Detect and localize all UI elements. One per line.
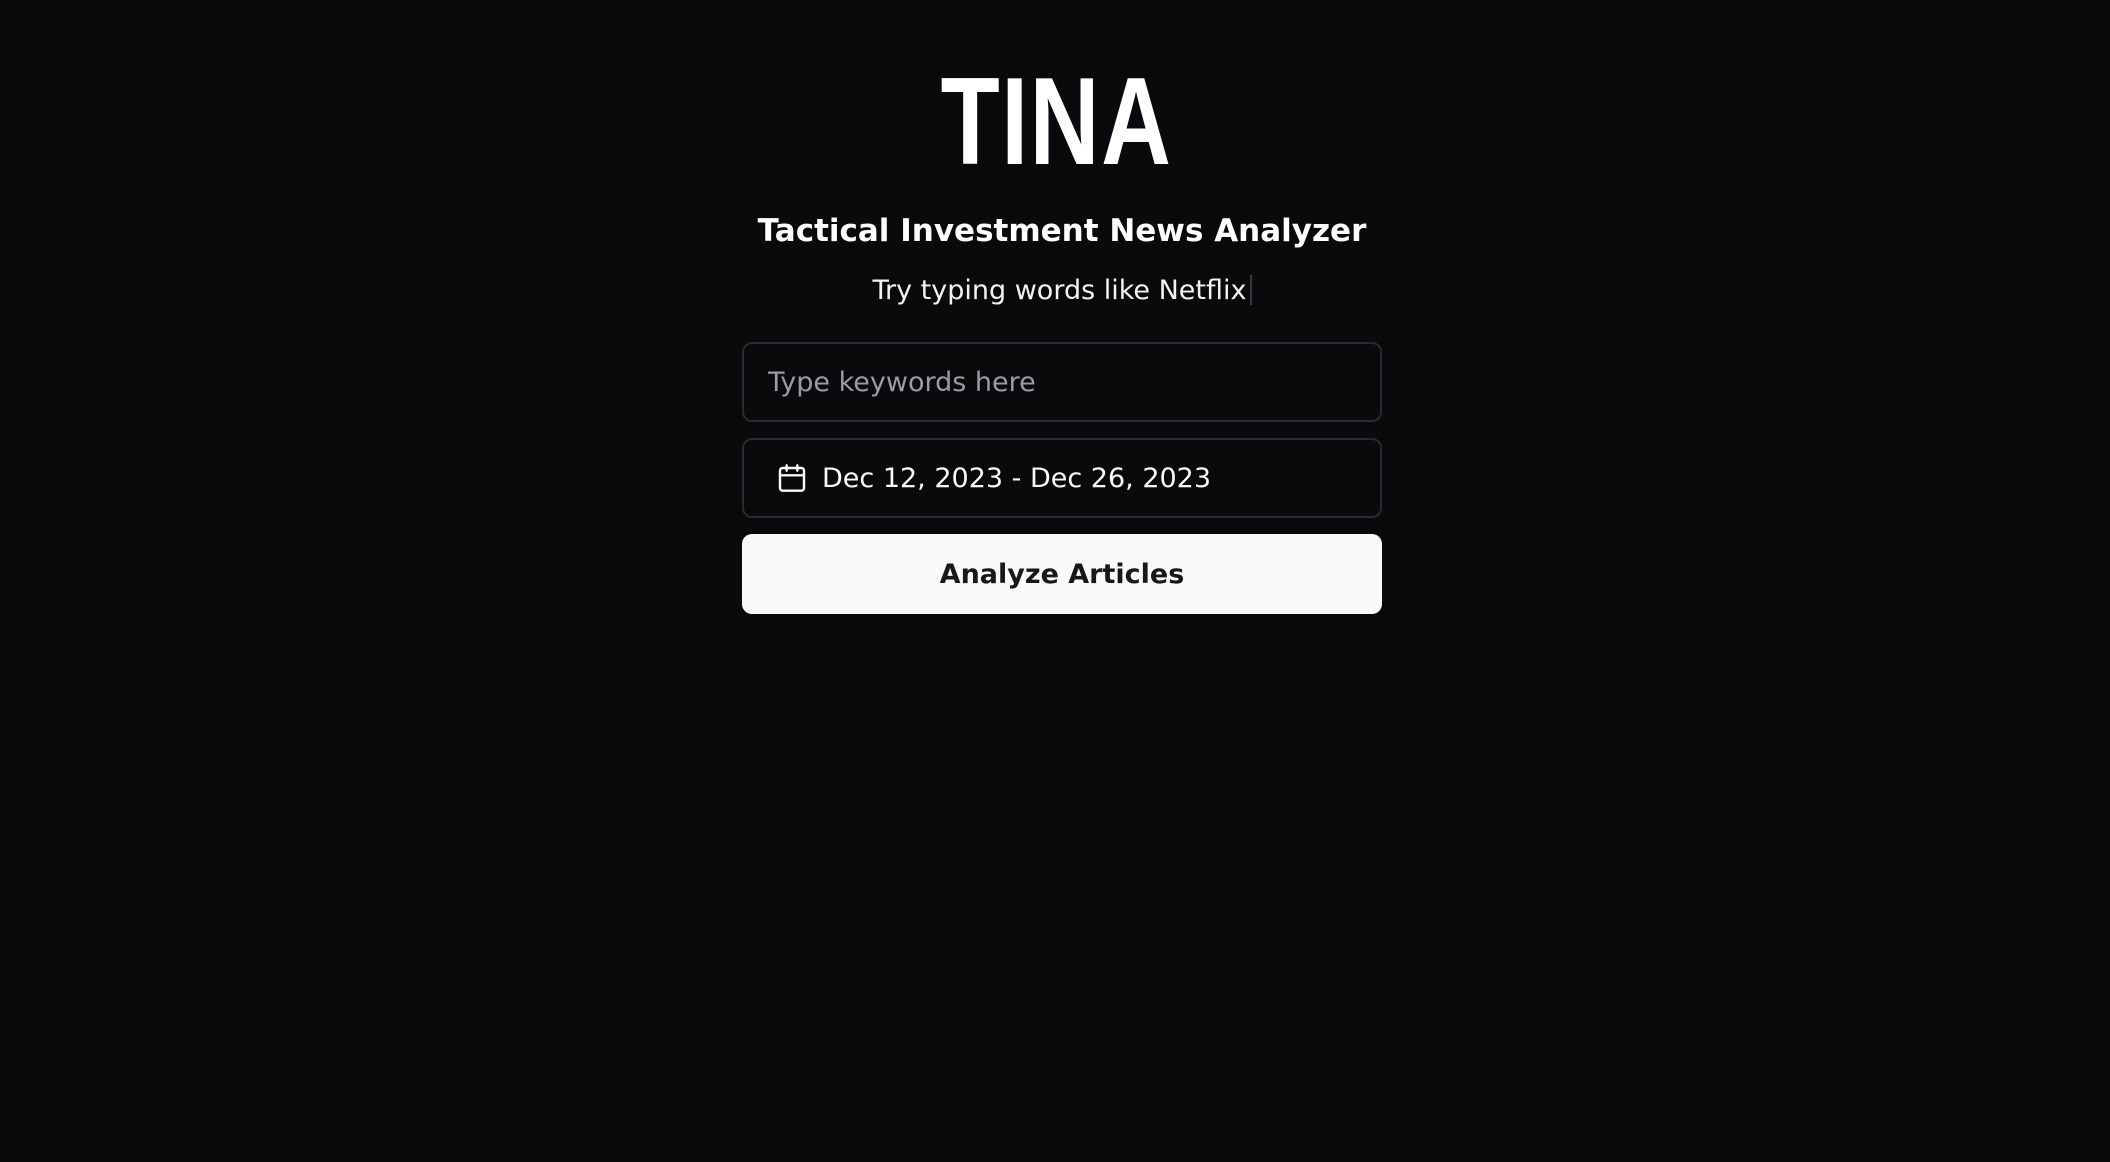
search-form: Dec 12, 2023 - Dec 26, 2023 Analyze Arti… [742, 342, 1382, 614]
typing-hint-text: Try typing words like Netflix [872, 275, 1247, 306]
app-logo: TINA [940, 53, 1173, 191]
date-range-label: Dec 12, 2023 - Dec 26, 2023 [822, 462, 1212, 494]
calendar-icon [776, 462, 808, 494]
typing-caret [1249, 275, 1252, 305]
keyword-input[interactable] [744, 344, 1380, 420]
analyze-articles-button[interactable]: Analyze Articles [742, 534, 1382, 614]
app-subtitle: Tactical Investment News Analyzer [757, 213, 1367, 249]
app-root: TINA Tactical Investment News Analyzer T… [0, 0, 2110, 1162]
keyword-field [742, 342, 1382, 422]
date-range-picker[interactable]: Dec 12, 2023 - Dec 26, 2023 [742, 438, 1382, 518]
typing-hint: Try typing words like Netflix [0, 272, 2110, 310]
